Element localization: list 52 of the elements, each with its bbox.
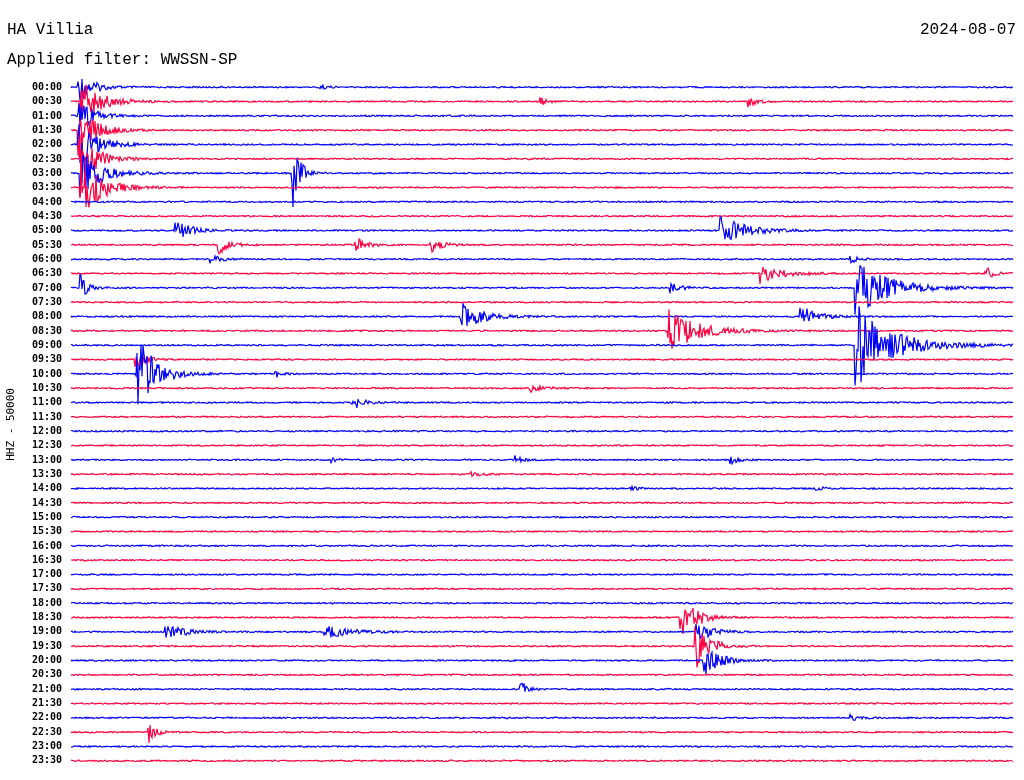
time-label: 18:30 [31, 610, 62, 625]
time-label: 14:00 [31, 481, 62, 496]
time-label: 01:00 [31, 108, 62, 123]
time-label: 04:00 [31, 194, 62, 209]
time-label: 04:30 [31, 208, 62, 223]
time-label: 01:30 [31, 123, 62, 137]
station-name: HA Villia [7, 20, 94, 41]
time-label: 10:00 [31, 366, 62, 381]
time-label: 12:00 [31, 423, 62, 438]
date-label: 2024-08-07 [920, 20, 1016, 41]
time-label: 02:00 [31, 137, 62, 152]
time-label: 18:00 [31, 595, 62, 610]
time-label: 08:00 [31, 309, 62, 324]
time-label: 20:00 [31, 653, 62, 668]
time-label: 09:00 [31, 337, 62, 352]
time-label: 14:30 [31, 495, 62, 510]
time-label: 10:30 [31, 380, 62, 395]
time-label: 00:00 [31, 80, 62, 94]
time-label: 06:30 [31, 266, 62, 281]
time-label: 11:00 [31, 395, 62, 410]
time-label: 07:30 [31, 294, 62, 309]
time-label: 22:00 [31, 710, 62, 725]
time-label: 23:30 [31, 753, 62, 768]
time-label: 12:30 [31, 438, 62, 453]
time-label: 17:30 [31, 581, 62, 596]
time-label: 19:00 [31, 624, 62, 639]
time-label: 15:30 [31, 524, 62, 539]
time-label: 07:00 [31, 280, 62, 295]
time-label: 21:00 [31, 681, 62, 696]
time-label: 09:30 [31, 352, 62, 367]
time-label: 00:30 [31, 94, 62, 109]
time-label: 11:30 [31, 409, 62, 424]
time-label: 21:30 [31, 696, 62, 711]
time-label: 17:00 [31, 567, 62, 582]
filter-label: Applied filter: WWSSN-SP [7, 51, 238, 69]
time-label: 03:30 [31, 180, 62, 195]
time-label: 15:00 [31, 509, 62, 524]
time-label: 05:00 [31, 223, 62, 238]
time-label: 19:30 [31, 638, 62, 653]
time-label: 23:00 [31, 739, 62, 754]
time-label: 03:00 [31, 165, 62, 180]
time-label: 22:30 [31, 724, 62, 739]
axis-label: HHZ - 50000 [3, 387, 17, 461]
time-label: 20:30 [31, 667, 62, 682]
time-label: 06:00 [31, 251, 62, 266]
time-label: 05:30 [31, 237, 62, 252]
time-label: 16:30 [31, 552, 62, 567]
time-label: 13:00 [31, 452, 62, 467]
time-label: 13:30 [31, 466, 62, 481]
time-label: 08:30 [31, 323, 62, 338]
time-label: 02:30 [31, 151, 62, 166]
time-label: 16:00 [31, 538, 62, 553]
